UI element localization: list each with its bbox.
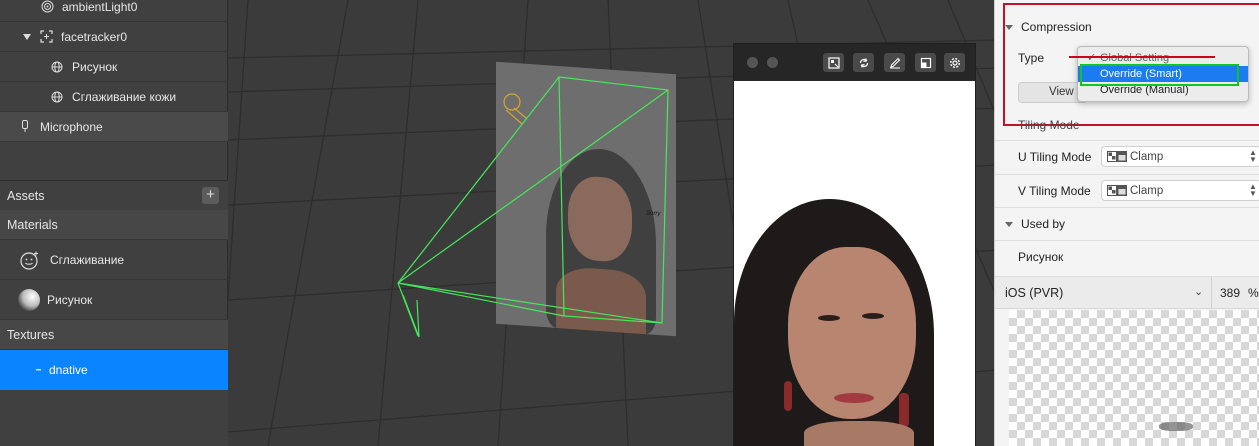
scene-item-label: facetracker0 — [61, 29, 128, 44]
u-tiling-label: U Tiling Mode — [1018, 150, 1092, 164]
material-item-risunok[interactable]: Рисунок — [0, 280, 228, 320]
record-button[interactable] — [823, 53, 844, 72]
texture-preview-mark — [1159, 422, 1193, 431]
scene-item-ambientlight[interactable]: ambientLight0 — [0, 0, 228, 22]
inspector-panel: Compression Type View G ✓ Global Setting… — [994, 0, 1259, 446]
preview-screen — [734, 81, 975, 446]
preview-titlebar — [734, 44, 975, 80]
left-panel: ambientLight0 facetracker0 Рисунок Сглаж… — [0, 0, 228, 446]
refresh-button[interactable] — [853, 53, 874, 72]
preview-settings-button[interactable] — [944, 53, 965, 72]
window-icon — [920, 57, 931, 68]
u-tiling-select[interactable]: Clamp ▲ ▼ — [1101, 146, 1259, 167]
textures-label: Textures — [7, 327, 55, 342]
ambient-light-icon — [40, 0, 54, 14]
texture-label: dnative — [49, 363, 88, 377]
refresh-icon — [859, 58, 868, 67]
disclosure-triangle-icon[interactable] — [23, 33, 31, 40]
platform-unit: % — [1248, 286, 1259, 300]
textures-header[interactable]: Textures — [0, 320, 228, 350]
scene-item-smoothing[interactable]: Сглаживание кожи — [0, 82, 228, 112]
qr-icon — [827, 56, 840, 69]
scene-viewport[interactable]: Sorry — [228, 0, 998, 446]
tiling-clamp-icon — [1107, 185, 1127, 199]
platform-label[interactable]: iOS (PVR) — [1005, 286, 1063, 300]
scene-item-label: Microphone — [40, 119, 103, 134]
resize-button[interactable] — [915, 53, 936, 72]
platform-value: 389 — [1220, 286, 1241, 300]
used-by-title: Used by — [1021, 217, 1066, 231]
window-close-button[interactable] — [747, 57, 758, 68]
gear-icon — [949, 57, 960, 68]
chevron-down-icon[interactable]: ⌄ — [1194, 285, 1203, 298]
texture-item-dnative[interactable]: dnative — [0, 350, 228, 390]
tiling-clamp-icon — [1107, 151, 1127, 165]
used-by-section-header[interactable]: Used by — [995, 207, 1259, 241]
sphere-icon — [17, 288, 41, 312]
globe-icon — [50, 90, 64, 104]
platform-row: iOS (PVR) ⌄ 389 % — [995, 277, 1259, 309]
assets-empty-area — [0, 390, 228, 446]
pencil-icon — [889, 57, 900, 68]
v-tiling-select[interactable]: Clamp ▲ ▼ — [1101, 180, 1259, 201]
scene-item-microphone[interactable]: Microphone — [0, 112, 228, 142]
collapse-triangle-icon — [1005, 221, 1013, 227]
add-asset-button[interactable]: + — [202, 187, 219, 204]
assets-header: Assets + — [0, 180, 228, 210]
stepper-icon: ▲ ▼ — [1249, 148, 1257, 164]
preview-window[interactable] — [733, 43, 976, 446]
material-item-smoothing[interactable]: Сглаживание — [0, 240, 228, 280]
window-minimize-button[interactable] — [767, 57, 778, 68]
scene-item-label: Сглаживание кожи — [72, 89, 177, 104]
texture-preview — [1009, 310, 1259, 446]
materials-label: Materials — [7, 217, 58, 232]
globe-icon — [50, 60, 64, 74]
materials-header[interactable]: Materials — [0, 210, 228, 240]
stepper-icon: ▲ ▼ — [1249, 182, 1257, 198]
used-by-item[interactable]: Рисунок — [995, 240, 1259, 274]
scene-item-facetracker[interactable]: facetracker0 — [0, 22, 228, 52]
material-label: Сглаживание — [50, 252, 125, 267]
light-gizmo-icon — [503, 93, 527, 125]
edit-button[interactable] — [884, 53, 905, 72]
texture-icon — [35, 363, 43, 377]
tiling-title: Tiling Mode — [1018, 118, 1080, 132]
material-label: Рисунок — [47, 292, 93, 307]
assets-title: Assets — [7, 188, 45, 203]
tiling-section-header: Tiling Mode — [995, 108, 1259, 142]
used-by-item-label: Рисунок — [1018, 250, 1064, 264]
scene-item-label: Рисунок — [72, 59, 118, 74]
smile-icon — [20, 250, 40, 270]
v-tiling-label: V Tiling Mode — [1018, 184, 1091, 198]
scene-item-risunok[interactable]: Рисунок — [0, 52, 228, 82]
scene-item-label: ambientLight0 — [62, 0, 138, 14]
facetracker-icon — [39, 30, 53, 44]
microphone-icon — [18, 120, 32, 134]
